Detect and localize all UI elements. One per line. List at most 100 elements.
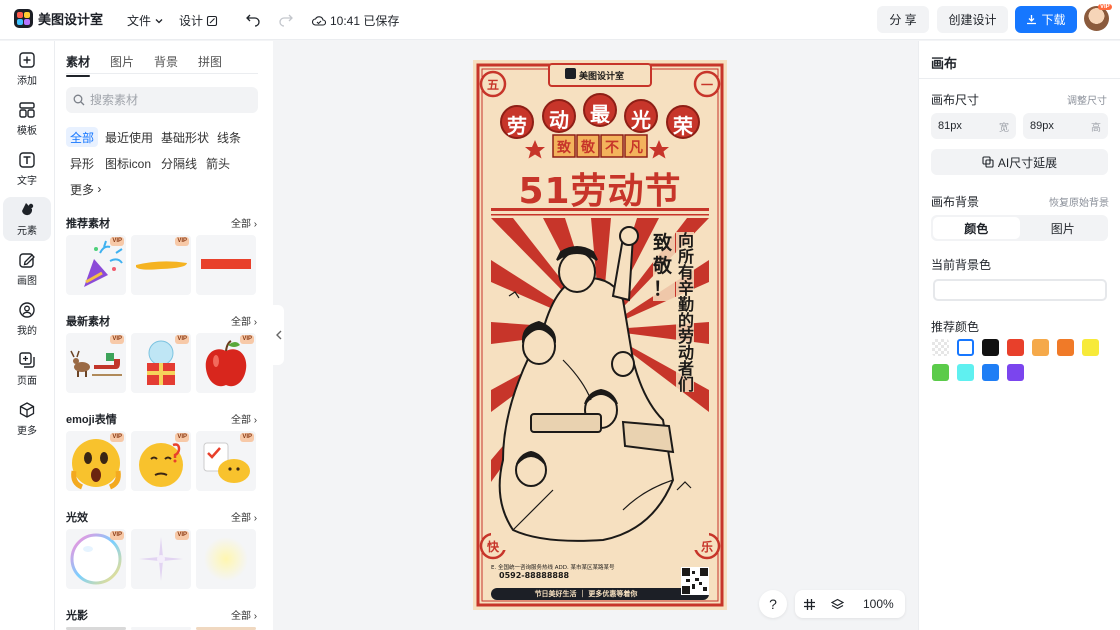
asset-emoji-checklist[interactable]: VIP [196,431,256,491]
ai-extend-button[interactable]: AI尺寸延展 [931,149,1108,175]
rail-label: 我的 [17,326,37,337]
chip-irregular[interactable]: 异形 [66,153,98,173]
create-design-button[interactable]: 创建设计 [937,6,1008,33]
asset-party-popper[interactable]: VIP [66,235,126,295]
bg-type-color[interactable]: 颜色 [933,217,1020,239]
swatch-transparent[interactable] [932,339,949,356]
swatch-light-orange[interactable] [1032,339,1049,356]
poster-headline-char: 劳 [507,114,527,138]
asset-yellow-stroke[interactable]: VIP [131,235,191,295]
asset-gift-globe[interactable]: VIP [131,333,191,393]
design-canvas[interactable]: 美图设计室 五 一 快 乐 劳 动 最 光 荣 致 敬 不 凡 51劳动节 致 … [473,60,727,610]
swatch-white[interactable] [957,339,974,356]
tab-backgrounds[interactable]: 背景 [154,53,178,70]
page-icon [19,352,35,368]
help-button[interactable]: ? [759,590,787,618]
left-rail: 添加 模板 文字 元素 画图 我的 页面 更多 [0,41,55,630]
logo-icon [14,9,33,28]
poster-footer-info: E. 全国统一咨询服务热线 ADD. 某市某区某路某号 [491,565,615,571]
poster-headline-char: 动 [549,108,569,132]
current-bg-label: 当前背景色 [931,258,992,272]
app-logo[interactable]: 美图设计室 [14,9,103,28]
download-button[interactable]: 下载 [1015,6,1077,33]
height-value: 89px [1030,120,1054,132]
zoom-level[interactable]: 100% [863,597,894,611]
rail-item-elements[interactable]: 元素 [3,197,51,241]
poster-headline-char: 最 [590,102,610,126]
rail-item-draw[interactable]: 画图 [3,247,51,291]
rail-item-text[interactable]: 文字 [3,147,51,191]
tab-images[interactable]: 图片 [110,53,134,70]
width-field[interactable]: 81px 宽 [931,113,1016,139]
tab-collage[interactable]: 拼图 [198,53,222,70]
swatch-orange[interactable] [1057,339,1074,356]
asset-sparkle-light[interactable]: VIP [131,529,191,589]
chip-arrows[interactable]: 箭头 [202,153,234,173]
rail-item-more[interactable]: 更多 [3,397,51,441]
see-all-link[interactable]: 全部 › [231,313,257,328]
rail-label: 元素 [17,226,37,237]
swatch-red[interactable] [1007,339,1024,356]
rail-item-template[interactable]: 模板 [3,97,51,141]
glow-icon [204,537,248,581]
swatch-green[interactable] [932,364,949,381]
undo-icon[interactable] [245,11,261,27]
zoom-toolbar: 100% [795,590,905,618]
asset-reindeer-sleigh[interactable]: VIP [66,333,126,393]
tab-materials[interactable]: 素材 [66,53,91,77]
redo-icon[interactable] [278,11,294,27]
poster-salute: 致 敬 ！ [653,232,675,301]
height-field[interactable]: 89px 高 [1023,113,1108,139]
swatch-yellow[interactable] [1082,339,1099,356]
bg-type-toggle: 颜色 图片 [931,215,1108,241]
rail-item-mine[interactable]: 我的 [3,297,51,341]
swatch-blue[interactable] [982,364,999,381]
see-all-link[interactable]: 全部 › [231,215,257,230]
asset-emoji-shocked[interactable]: VIP [66,431,126,491]
see-all-link[interactable]: 全部 › [231,607,257,622]
swatch-purple[interactable] [1007,364,1024,381]
red-bar-icon [201,259,251,269]
chip-dividers[interactable]: 分隔线 [157,153,201,173]
layers-toggle[interactable] [823,590,851,618]
qr-code [681,567,709,595]
bg-type-image[interactable]: 图片 [1020,217,1107,239]
see-all-link[interactable]: 全部 › [231,509,257,524]
ai-resize-icon [982,156,994,168]
chip-lines[interactable]: 线条 [213,127,245,147]
see-all-label: 全部 [231,513,251,524]
collapse-panel-button[interactable] [273,305,284,365]
chip-recent[interactable]: 最近使用 [101,127,157,147]
rail-item-pages[interactable]: 页面 [3,347,51,391]
ai-extend-label: AI尺寸延展 [997,155,1058,170]
asset-emoji-thinking[interactable]: VIP [131,431,191,491]
poster-sub-char: 敬 [581,140,595,156]
adjust-size-link[interactable]: 调整尺寸 [1067,92,1107,107]
section-title: 最新素材 [66,316,110,328]
grid-toggle[interactable] [795,590,823,618]
search-box[interactable] [66,87,258,113]
chip-more[interactable]: 更多 › [66,179,105,199]
chip-basic-shapes[interactable]: 基础形状 [157,127,213,147]
rail-label: 页面 [17,376,37,387]
section-title: 光效 [66,512,88,524]
current-bg-color[interactable] [933,279,1107,301]
asset-bubble-light[interactable]: VIP [66,529,126,589]
chip-all[interactable]: 全部 [66,127,99,147]
swatch-cyan[interactable] [957,364,974,381]
rail-label: 文字 [17,176,37,187]
search-input[interactable] [90,93,250,107]
rail-item-add[interactable]: 添加 [3,47,51,91]
restore-bg-link[interactable]: 恢复原始背景 [1049,194,1109,209]
share-button[interactable]: 分 享 [877,6,929,33]
see-all-link[interactable]: 全部 › [231,411,257,426]
poster-big-title: 51劳动节 [518,171,682,212]
asset-red-apple[interactable]: VIP [196,333,256,393]
swatch-black[interactable] [982,339,999,356]
file-menu[interactable]: 文件 [127,12,164,29]
asset-glow-light[interactable] [196,529,256,589]
asset-red-bar[interactable] [196,235,256,295]
design-menu[interactable]: 设计 [179,12,218,29]
chip-icons[interactable]: 图标icon [101,153,155,173]
tabs-divider [66,73,258,74]
